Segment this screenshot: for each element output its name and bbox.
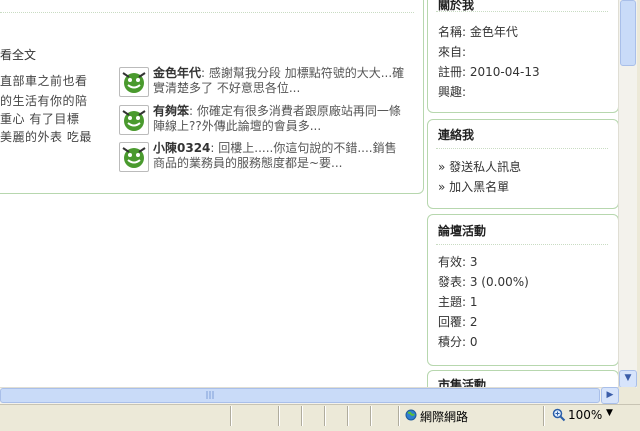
status-separator <box>324 406 326 426</box>
forum-activity-title: 論壇活動 <box>438 224 487 238</box>
zoom-dropdown-icon[interactable]: ▼ <box>606 408 613 418</box>
comment-item: 小陳0324: 回樓上.....你這句說的不錯....銷售 商品的業務員的服務態… <box>153 141 415 171</box>
status-separator <box>370 406 372 426</box>
smiley-avatar-icon <box>122 72 146 93</box>
comment-snippet: : 回樓上.....你這句說的不錯....銷售 <box>210 141 397 155</box>
comment-snippet[interactable]: 陣線上??外傳此論壇的會員多... <box>153 119 321 133</box>
status-separator <box>398 406 400 426</box>
profile-interests: 興趣: <box>438 85 467 99</box>
add-blacklist-link[interactable]: » 加入黑名單 <box>438 178 509 195</box>
smiley-avatar-icon <box>122 110 146 131</box>
comment-snippet: : 你確定有很多消費者跟原廠站再同一條 <box>189 104 401 118</box>
profile-from: 來自: <box>438 45 467 59</box>
profile-registered: 註冊: 2010-04-13 <box>438 65 540 79</box>
scrollbar-corner <box>619 387 636 404</box>
chevron-down-icon: ▼ <box>624 373 632 383</box>
profile-name: 名稱: 金色年代 <box>438 25 518 39</box>
status-separator <box>543 406 545 426</box>
chevron-right-icon: ▶ <box>606 390 614 400</box>
scroll-right-button[interactable]: ▶ <box>601 387 619 404</box>
vertical-scroll-thumb[interactable] <box>620 0 636 66</box>
security-zone-label: 網際網路 <box>420 410 469 424</box>
comment-item: 有夠笨: 你確定有很多消費者跟原廠站再同一條 陣線上??外傳此論壇的會員多... <box>153 104 415 134</box>
stat-replies: 回覆: 2 <box>438 315 478 329</box>
horizontal-scroll-thumb[interactable] <box>0 388 600 403</box>
send-message-link[interactable]: » 發送私人訊息 <box>438 158 521 175</box>
stat-topics: 主題: 1 <box>438 295 478 309</box>
body-text-line: 的生活有你的陪 <box>0 94 88 108</box>
divider <box>436 11 608 12</box>
status-separator <box>301 406 303 426</box>
smiley-avatar-icon <box>122 147 146 168</box>
comment-snippet[interactable]: 實清楚多了 不好意思各位... <box>153 81 300 95</box>
comment-author[interactable]: 有夠笨 <box>153 104 189 118</box>
divider <box>436 148 608 149</box>
read-all-link[interactable]: 看全文 <box>0 46 36 63</box>
comment-author[interactable]: 金色年代 <box>153 66 201 80</box>
status-separator <box>278 406 280 426</box>
stat-points: 積分: 0 <box>438 335 478 349</box>
comment-author[interactable]: 小陳0324 <box>153 141 210 155</box>
stat-posts: 發表: 3 (0.00%) <box>438 275 529 289</box>
status-separator <box>347 406 349 426</box>
zoom-icon[interactable] <box>552 408 566 425</box>
body-text-line: 直部車之前也看 <box>0 74 88 88</box>
user-avatar[interactable] <box>119 67 149 97</box>
stat-valid: 有效: 3 <box>438 255 478 269</box>
divider <box>0 12 414 13</box>
grip-icon <box>206 391 214 399</box>
divider <box>436 244 608 245</box>
comment-item: 金色年代: 感謝幫我分段 加標點符號的大大...確 實清楚多了 不好意思各位..… <box>153 66 415 96</box>
scroll-down-button[interactable]: ▼ <box>619 370 637 388</box>
contact-title: 連絡我 <box>438 128 475 142</box>
comment-snippet: : 感謝幫我分段 加標點符號的大大...確 <box>201 66 405 80</box>
comment-snippet[interactable]: 商品的業務員的服務態度都是~要... <box>153 156 343 170</box>
user-avatar[interactable] <box>119 105 149 135</box>
body-text-line: 重心 有了目標 <box>0 112 80 126</box>
user-avatar[interactable] <box>119 142 149 172</box>
internet-zone-icon <box>405 409 417 424</box>
body-text-line: 美麗的外表 吃最 <box>0 130 92 144</box>
status-separator <box>230 406 232 426</box>
zoom-level[interactable]: 100% <box>568 408 602 422</box>
